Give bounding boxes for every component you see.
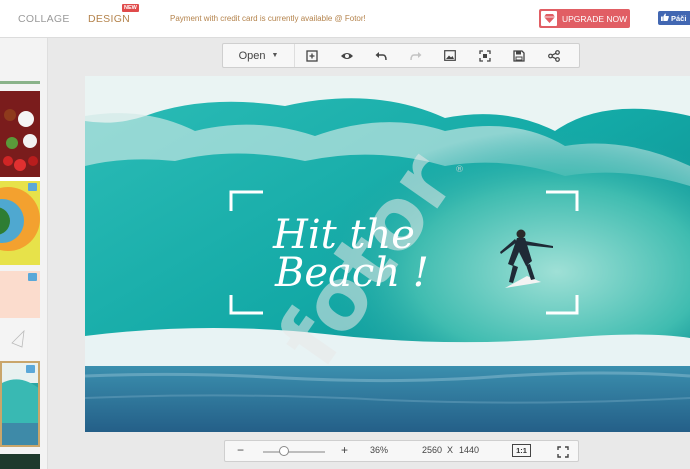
facebook-like-label: Páči	[671, 13, 687, 23]
preview-button[interactable]	[330, 44, 365, 67]
image-width: 2560	[422, 445, 443, 455]
nav-collage[interactable]: COLLAGE	[18, 13, 70, 25]
share-button[interactable]	[537, 44, 572, 67]
diamond-icon	[541, 11, 557, 26]
registered-mark: ®	[455, 165, 464, 175]
thumbs-up-icon	[661, 13, 669, 23]
actual-size-button[interactable]: 1:1	[512, 444, 531, 457]
template-thumbnail-pastel[interactable]	[0, 271, 40, 361]
premium-icon	[26, 365, 35, 373]
template-thumbnail-panel	[0, 38, 48, 469]
undo-icon	[375, 51, 387, 60]
payment-notice: Payment with credit card is currently av…	[170, 14, 366, 23]
caret-down-icon: ▼	[271, 52, 279, 59]
upgrade-label: UPGRADE NOW	[562, 13, 628, 24]
zoom-percent: 36%	[370, 445, 389, 455]
image-button[interactable]	[433, 44, 468, 67]
crop-fit-icon	[479, 49, 491, 62]
add-icon	[306, 49, 318, 62]
new-badge: NEW	[122, 4, 139, 12]
facebook-like-button[interactable]: Páči	[658, 11, 690, 25]
undo-button[interactable]	[364, 44, 399, 67]
zoom-in-button[interactable]: +	[341, 443, 348, 457]
zoom-slider-knob[interactable]	[279, 446, 289, 456]
premium-icon	[28, 183, 37, 191]
nav-design[interactable]: DESIGN	[88, 13, 130, 25]
image-height: 1440	[459, 445, 480, 455]
open-dropdown[interactable]: Open ▼	[223, 44, 295, 67]
eye-icon	[340, 52, 353, 59]
zoom-slider-track[interactable]	[263, 451, 325, 453]
fit-button[interactable]	[468, 44, 503, 67]
share-icon	[547, 49, 560, 62]
template-thumbnail-beach[interactable]	[0, 361, 40, 447]
premium-icon	[28, 273, 37, 281]
template-thumbnail-colors[interactable]	[0, 181, 40, 265]
template-thumbnail-partial[interactable]	[0, 454, 40, 469]
headline-line2: Beach !	[274, 250, 429, 296]
fullscreen-button[interactable]	[557, 445, 569, 463]
zoom-bar: − + 36% 2560 X 1440 1:1	[224, 440, 579, 462]
panel-divider	[0, 81, 40, 84]
open-label: Open	[238, 49, 266, 62]
save-icon	[513, 49, 525, 62]
editor-toolbar: Open ▼	[222, 43, 580, 68]
top-bar: COLLAGE DESIGN NEW Payment with credit c…	[0, 0, 690, 38]
redo-icon	[410, 51, 422, 60]
redo-button[interactable]	[399, 44, 434, 67]
beach-photo: fotor ® Hit the Beach !	[85, 76, 690, 432]
save-button[interactable]	[502, 44, 537, 67]
upgrade-button[interactable]: UPGRADE NOW	[539, 9, 630, 28]
dimension-separator: X	[447, 445, 454, 455]
zoom-out-button[interactable]: −	[237, 443, 244, 457]
design-canvas[interactable]: fotor ® Hit the Beach !	[85, 76, 690, 432]
fullscreen-icon	[557, 446, 569, 458]
add-button[interactable]	[295, 44, 330, 67]
image-icon	[444, 50, 457, 61]
